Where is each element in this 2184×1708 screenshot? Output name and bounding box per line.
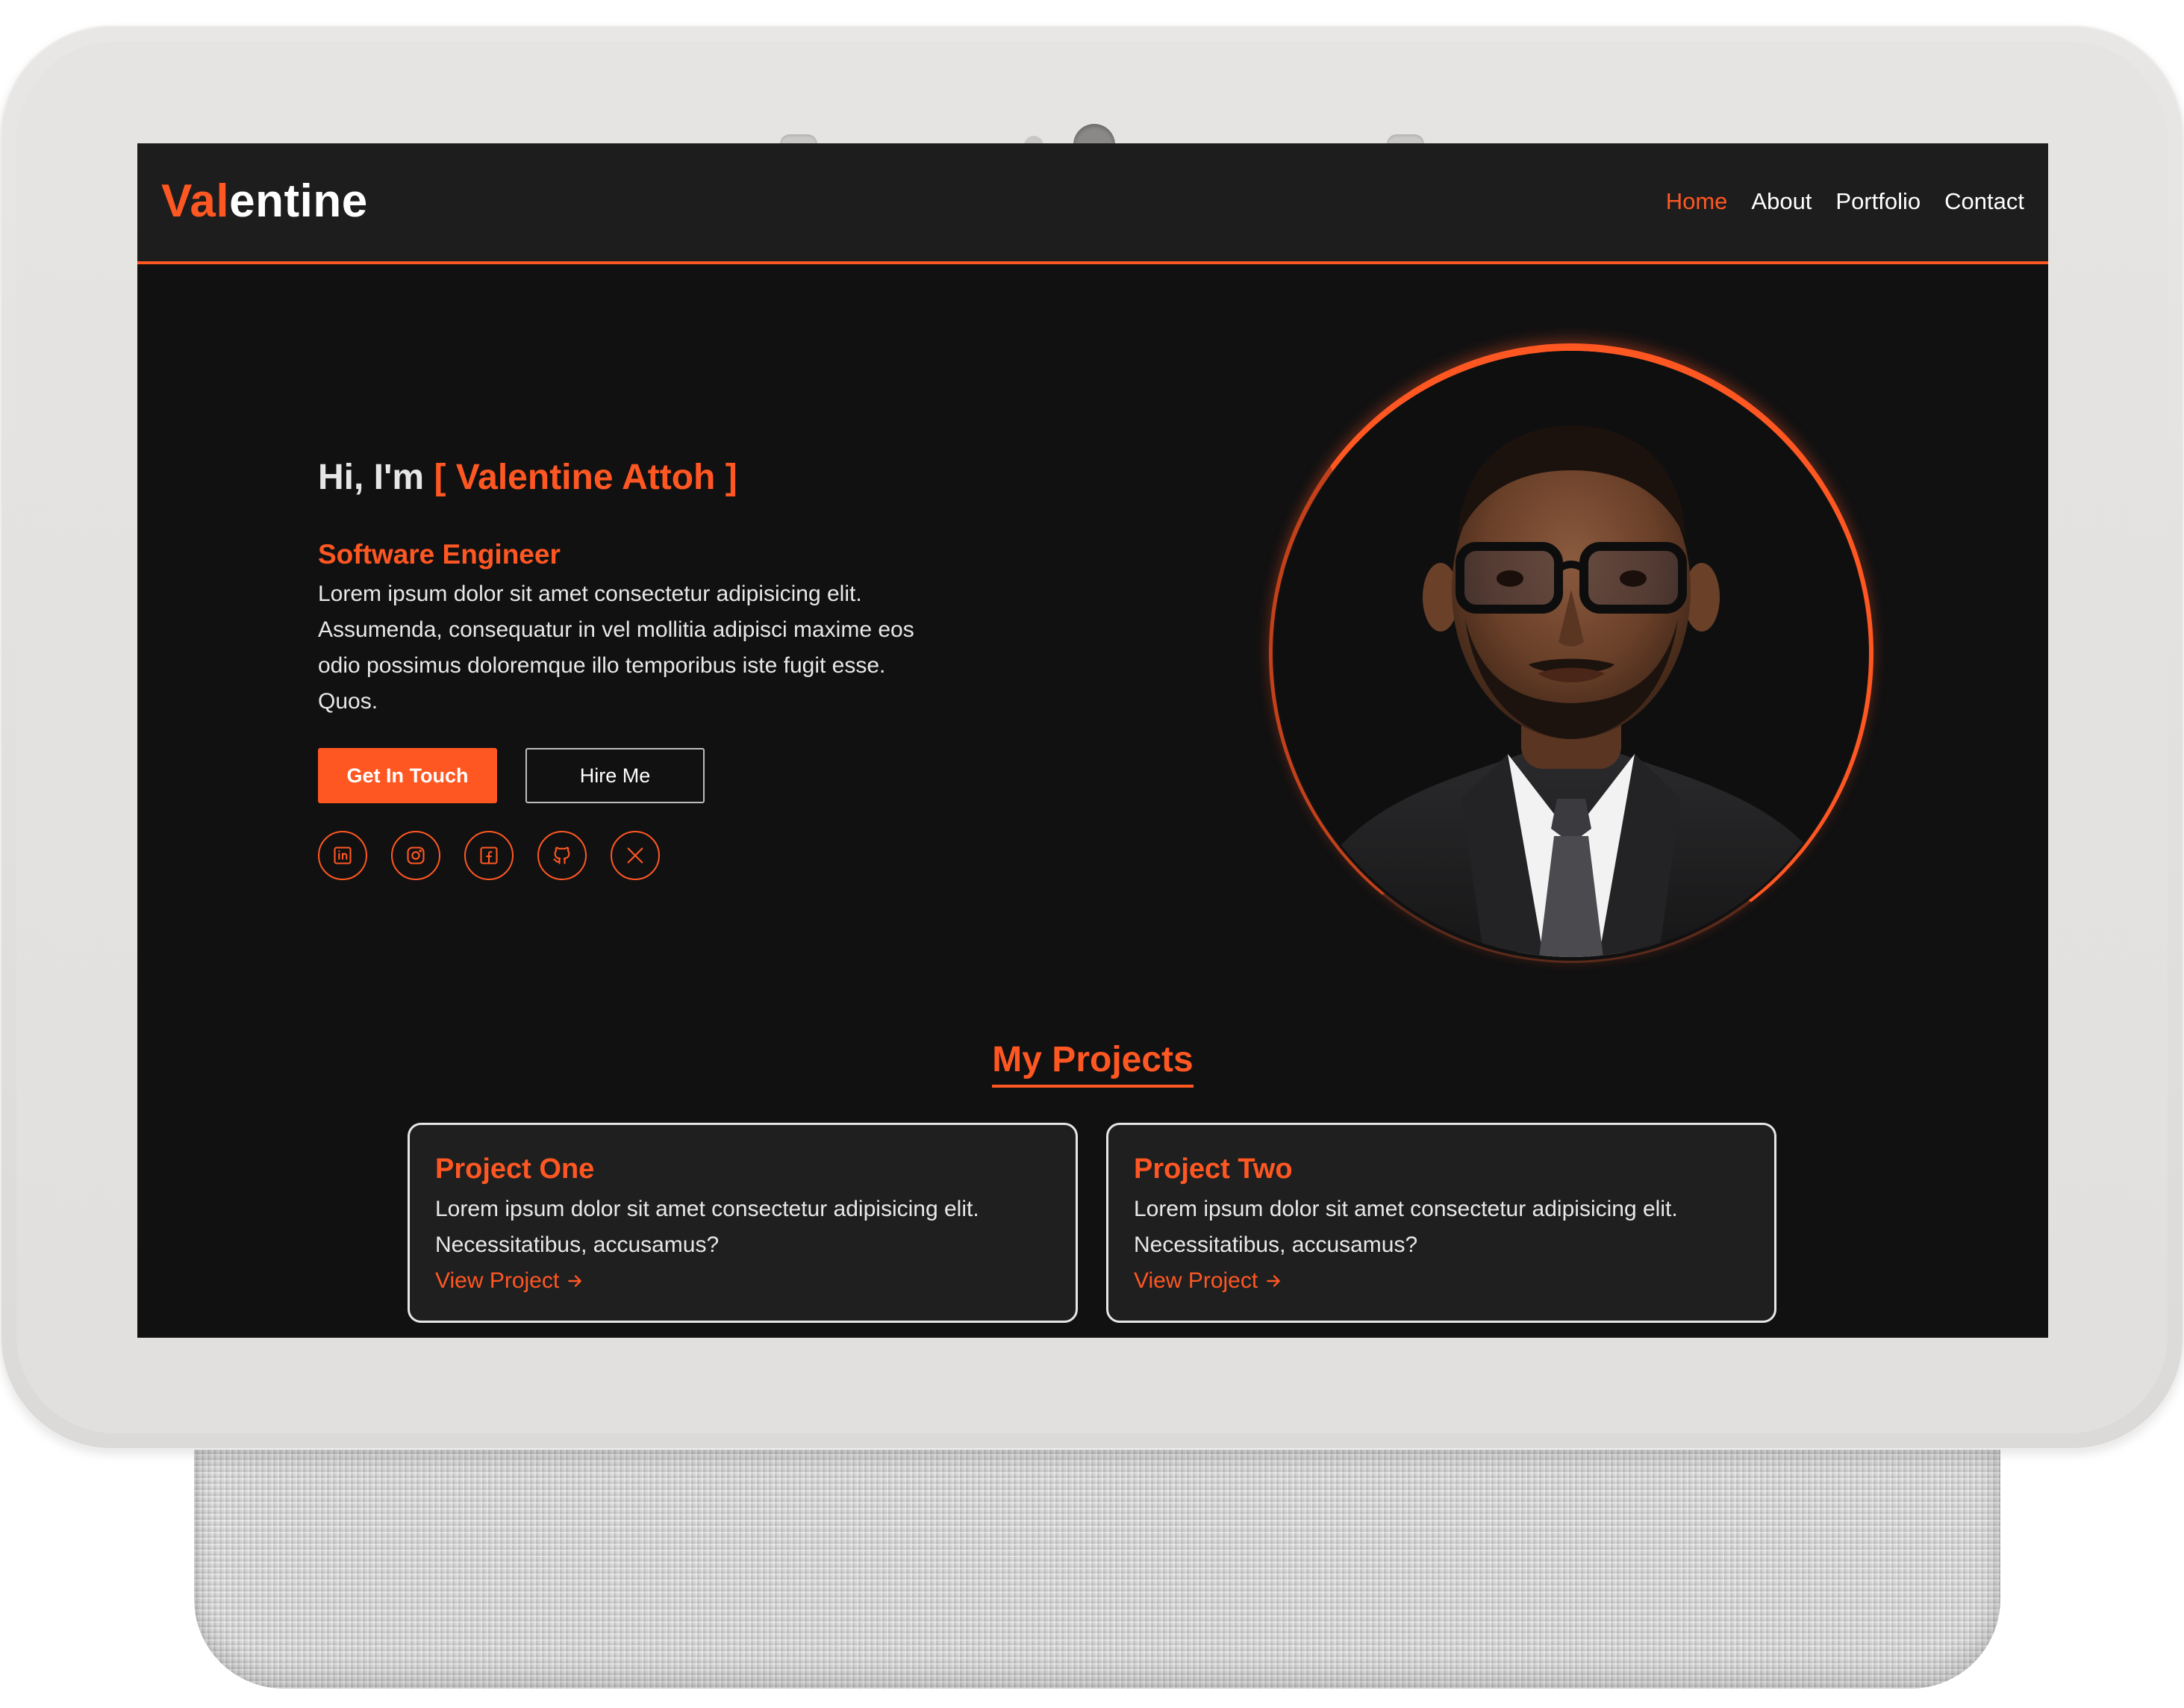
portrait-illustration [1305, 426, 1842, 957]
view-project-link[interactable]: View Project [1134, 1263, 1283, 1299]
nav-link-contact[interactable]: Contact [1944, 188, 2024, 215]
projects-section-title: My Projects [137, 1039, 2048, 1088]
view-project-label: View Project [435, 1268, 560, 1293]
profile-photo [1269, 343, 1873, 963]
screen: Valentine Home About Portfolio Contact H… [137, 143, 2048, 1338]
project-title: Project Two [1134, 1153, 1293, 1185]
social-links [318, 831, 660, 880]
arrow-right-icon [568, 1275, 581, 1287]
x-link[interactable] [611, 831, 660, 880]
hero-description: Lorem ipsum dolor sit amet consectetur a… [318, 582, 914, 714]
github-icon [553, 847, 570, 864]
project-title: Project One [435, 1153, 595, 1185]
logo-rest: entine [229, 175, 368, 227]
greeting-prefix: Hi, I'm [318, 458, 425, 497]
github-link[interactable] [537, 831, 587, 880]
project-description: Lorem ipsum dolor sit amet consectetur a… [1134, 1197, 1678, 1257]
view-project-label: View Project [1134, 1268, 1258, 1293]
arrow-right-icon [1267, 1275, 1280, 1287]
projects-title-text: My Projects [992, 1039, 1194, 1088]
project-card: Project One Lorem ipsum dolor sit amet c… [408, 1123, 1078, 1323]
site-logo[interactable]: Valentine [161, 175, 368, 228]
hire-me-button[interactable]: Hire Me [525, 748, 705, 803]
project-card: Project Two Lorem ipsum dolor sit amet c… [1106, 1123, 1776, 1323]
hero-greeting: Hi, I'm [ Valentine Attoh ] [318, 457, 737, 498]
speaker-fabric-base [194, 1450, 2000, 1689]
navbar: Valentine Home About Portfolio Contact [137, 143, 2048, 264]
instagram-icon [407, 847, 425, 864]
facebook-link[interactable] [464, 831, 514, 880]
nav-link-home[interactable]: Home [1666, 188, 1728, 215]
nav-link-portfolio[interactable]: Portfolio [1835, 188, 1921, 215]
project-description: Lorem ipsum dolor sit amet consectetur a… [435, 1197, 979, 1257]
x-icon [627, 847, 643, 864]
nav-link-about[interactable]: About [1751, 188, 1812, 215]
logo-accent: Val [161, 175, 230, 227]
hero-role: Software Engineer [318, 539, 561, 570]
nav-links: Home About Portfolio Contact [1666, 188, 2024, 215]
profile-image [1275, 351, 1868, 957]
facebook-icon [480, 847, 498, 864]
view-project-link[interactable]: View Project [435, 1263, 584, 1299]
hero-name: [ Valentine Attoh ] [434, 458, 737, 497]
get-in-touch-button[interactable]: Get In Touch [318, 748, 497, 803]
linkedin-icon [334, 847, 352, 864]
linkedin-link[interactable] [318, 831, 367, 880]
instagram-link[interactable] [391, 831, 440, 880]
